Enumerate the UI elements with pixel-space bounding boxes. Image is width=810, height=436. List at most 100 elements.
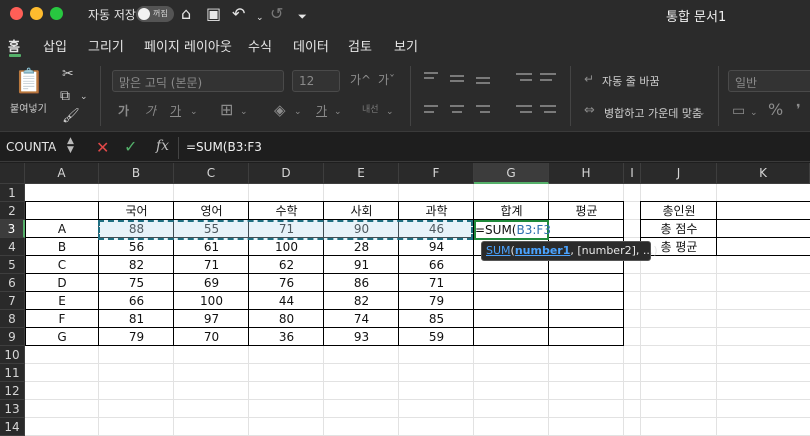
cell-score[interactable]: 71 <box>399 274 474 292</box>
row-header-8[interactable]: 8 <box>0 310 25 328</box>
cell-score[interactable]: 61 <box>174 238 249 256</box>
merge-center-label[interactable]: 병합하고 가운데 맞춤 <box>604 105 702 121</box>
tab-view[interactable]: 보기 <box>394 36 418 55</box>
font-size-select[interactable]: 12 <box>292 70 340 92</box>
tooltip-arg-number1[interactable]: number1 <box>515 244 571 257</box>
bold-icon[interactable]: 가 <box>118 103 129 119</box>
row-header-11[interactable]: 11 <box>0 364 25 382</box>
font-name-select[interactable]: 맑은 고딕 (본문) <box>112 70 284 92</box>
row-header-12[interactable]: 12 <box>0 382 25 400</box>
cell-header-g[interactable]: 합계 <box>474 202 549 220</box>
column-header-h[interactable]: H <box>549 163 624 184</box>
align-bottom-icon[interactable] <box>476 77 490 79</box>
merge-dropdown-icon[interactable]: ⌄ <box>698 105 706 121</box>
column-header-b[interactable]: B <box>99 163 174 184</box>
tab-draw[interactable]: 그리기 <box>88 36 124 55</box>
align-left-icon[interactable] <box>424 105 438 107</box>
customize-toolbar-icon[interactable]: ⏷ <box>298 7 307 27</box>
tooltip-function-name[interactable]: SUM <box>486 244 511 257</box>
decrease-indent-icon[interactable] <box>516 105 532 107</box>
cell-score[interactable]: 100 <box>249 238 324 256</box>
minimize-window-button[interactable] <box>30 7 43 20</box>
cell-score[interactable]: 66 <box>99 292 174 310</box>
cell-score[interactable]: 28 <box>324 238 399 256</box>
cell-header-b[interactable]: 국어 <box>99 202 174 220</box>
paste-icon[interactable]: 📋 <box>14 68 44 94</box>
italic-icon[interactable]: 가 <box>145 103 156 119</box>
cell-score[interactable]: 82 <box>99 256 174 274</box>
tab-home[interactable]: 홈 <box>8 36 20 55</box>
indent-icon[interactable] <box>516 73 532 75</box>
insert-function-icon[interactable]: fx <box>156 138 169 154</box>
cell-score[interactable]: 69 <box>174 274 249 292</box>
cell-student-name[interactable]: C <box>25 256 99 274</box>
increase-indent-icon[interactable] <box>540 105 556 107</box>
underline-icon[interactable]: 가 <box>170 103 181 119</box>
row-header-5[interactable]: 5 <box>0 256 25 274</box>
home-icon[interactable]: ⌂ <box>181 4 191 24</box>
align-top-icon[interactable] <box>424 72 438 74</box>
align-right-icon[interactable] <box>476 105 490 107</box>
increase-font-size-icon[interactable]: 가^ <box>350 72 371 88</box>
fill-color-icon[interactable]: ◈ <box>274 102 286 118</box>
cell-score[interactable]: 71 <box>174 256 249 274</box>
cell-score[interactable]: 36 <box>249 328 324 346</box>
confirm-entry-icon[interactable]: ✓ <box>124 137 137 156</box>
copy-dropdown-icon[interactable]: ⌄ <box>80 89 88 105</box>
copy-icon[interactable]: ⧉ <box>60 88 70 104</box>
cell-score[interactable]: 79 <box>99 328 174 346</box>
cell-score[interactable]: 97 <box>174 310 249 328</box>
row-header-9[interactable]: 9 <box>0 328 25 346</box>
wrap-text-icon[interactable]: ↵ <box>584 71 594 87</box>
cell-score[interactable]: 82 <box>324 292 399 310</box>
save-icon[interactable]: ▣ <box>206 4 221 24</box>
sheet-cells[interactable]: 국어 영어 수학 사회 과학 합계 평균 A 88 55 71 90 46 B 56 61 100 28 94 C 82… <box>25 184 810 436</box>
column-header-c[interactable]: C <box>174 163 249 184</box>
tab-data[interactable]: 데이터 <box>293 36 329 55</box>
cell-score[interactable]: 91 <box>324 256 399 274</box>
row-header-4[interactable]: 4 <box>0 238 25 256</box>
cell-score[interactable]: 74 <box>324 310 399 328</box>
percent-icon[interactable]: % <box>768 102 783 118</box>
borders-icon[interactable]: ⊞ <box>220 102 233 118</box>
redo-icon[interactable]: ↺ <box>270 4 283 24</box>
cell-student-name[interactable]: D <box>25 274 99 292</box>
cell-score[interactable]: 70 <box>174 328 249 346</box>
number-format-select[interactable]: 일반 <box>728 70 810 92</box>
merge-center-icon[interactable]: ⇔ <box>584 103 595 119</box>
formula-input[interactable]: =SUM(B3:F3 <box>186 140 262 154</box>
format-painter-icon[interactable]: 🖌 <box>62 108 80 124</box>
cell-header-f[interactable]: 과학 <box>399 202 474 220</box>
row-header-10[interactable]: 10 <box>0 346 25 364</box>
tab-insert[interactable]: 삽입 <box>43 36 67 55</box>
wrap-text-label[interactable]: 자동 줄 바꿈 <box>602 73 660 89</box>
paste-label[interactable]: 붙여넣기 <box>10 100 47 115</box>
cell-header-d[interactable]: 수학 <box>249 202 324 220</box>
row-header-13[interactable]: 13 <box>0 400 25 418</box>
undo-icon[interactable]: ↶ <box>232 4 245 24</box>
font-color-icon[interactable]: 가 <box>316 103 327 119</box>
borders-dropdown-icon[interactable]: ⌄ <box>240 104 248 120</box>
column-header-f[interactable]: F <box>399 163 474 184</box>
cell-header-c[interactable]: 영어 <box>174 202 249 220</box>
function-tooltip[interactable]: SUM(number1, [number2], ...) <box>481 241 658 261</box>
cell-score[interactable]: 66 <box>399 256 474 274</box>
row-header-1[interactable]: 1 <box>0 184 25 202</box>
cell-header-e[interactable]: 사회 <box>324 202 399 220</box>
row-header-6[interactable]: 6 <box>0 274 25 292</box>
row-header-2[interactable]: 2 <box>0 202 25 220</box>
align-middle-icon[interactable] <box>450 75 464 77</box>
accounting-dropdown-icon[interactable]: ⌄ <box>750 105 758 121</box>
column-header-j[interactable]: J <box>641 163 717 184</box>
underline-dropdown-icon[interactable]: ⌄ <box>190 104 198 120</box>
cell-score[interactable]: 86 <box>324 274 399 292</box>
cell-student-name[interactable]: E <box>25 292 99 310</box>
cell-score[interactable]: 80 <box>249 310 324 328</box>
column-header-e[interactable]: E <box>324 163 399 184</box>
row-header-14[interactable]: 14 <box>0 418 25 436</box>
align-center-icon[interactable] <box>450 105 464 107</box>
cell-score[interactable]: 85 <box>399 310 474 328</box>
cell-total-score-label[interactable]: 총 점수 <box>641 220 717 238</box>
cell-score[interactable]: 93 <box>324 328 399 346</box>
cell-score[interactable]: 81 <box>99 310 174 328</box>
